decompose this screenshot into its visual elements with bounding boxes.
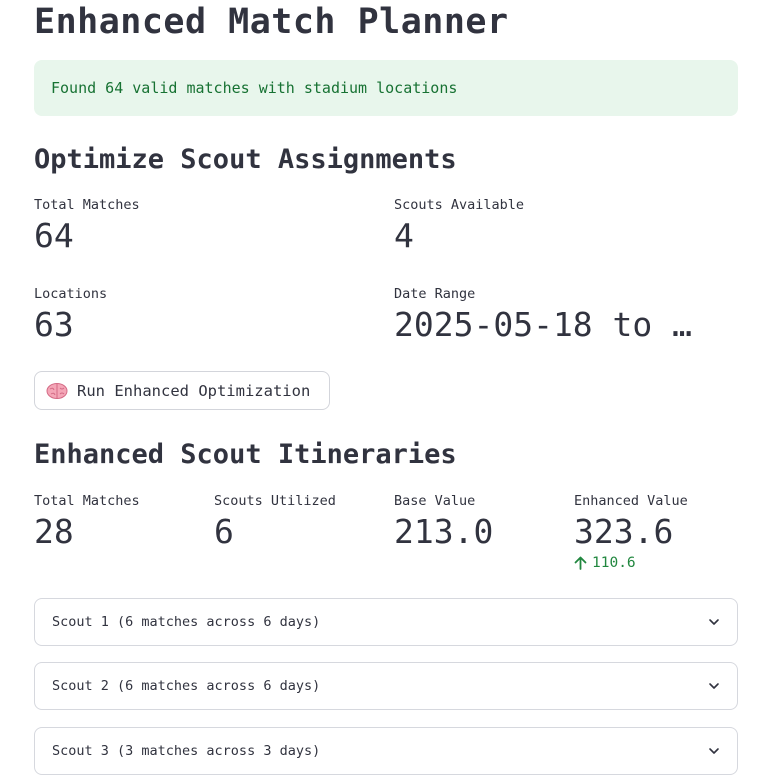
metric-scouts-available: Scouts Available 4: [394, 197, 524, 255]
metric-label: Scouts Utilized: [214, 493, 336, 509]
scout-expander-1[interactable]: Scout 1 (6 matches across 6 days): [34, 598, 738, 646]
chevron-down-icon: [709, 748, 719, 754]
alert-message: Found 64 valid matches with stadium loca…: [51, 79, 458, 97]
scout-expander-2[interactable]: Scout 2 (6 matches across 6 days): [34, 662, 738, 710]
run-optimization-label: Run Enhanced Optimization: [77, 381, 311, 400]
metric-itinerary-total-matches: Total Matches 28: [34, 493, 140, 551]
metric-label: Total Matches: [34, 197, 140, 213]
metric-label: Locations: [34, 286, 108, 302]
arrow-up-icon: [574, 556, 587, 570]
metric-scouts-utilized: Scouts Utilized 6: [214, 493, 336, 551]
metric-value: 63: [34, 305, 74, 344]
metric-value: 2025-05-18 to …: [394, 305, 693, 344]
metric-delta-value: 110.6: [592, 555, 636, 571]
chevron-down-icon: [709, 619, 719, 625]
metric-value: 323.6: [574, 512, 674, 551]
metric-label: Scouts Available: [394, 197, 525, 213]
metric-label: Date Range: [394, 286, 476, 302]
chevron-down-icon: [709, 683, 719, 689]
metric-locations: Locations 63: [34, 286, 107, 344]
page-title: Enhanced Match Planner: [34, 2, 509, 42]
metric-label: Total Matches: [34, 493, 140, 509]
scout-expander-label: Scout 3 (3 matches across 3 days): [52, 743, 321, 759]
metric-enhanced-value: Enhanced Value 323.6 110.6: [574, 493, 688, 571]
metric-value: 28: [34, 512, 74, 551]
metric-value: 64: [34, 216, 74, 255]
metric-total-matches: Total Matches 64: [34, 197, 140, 255]
scout-expander-label: Scout 2 (6 matches across 6 days): [52, 678, 321, 694]
metric-base-value: Base Value 213.0: [394, 493, 493, 551]
metric-value: 4: [394, 216, 414, 255]
metric-value: 6: [214, 512, 234, 551]
scout-expander-label: Scout 1 (6 matches across 6 days): [52, 614, 321, 630]
success-alert: Found 64 valid matches with stadium loca…: [34, 60, 738, 116]
itineraries-heading: Enhanced Scout Itineraries: [34, 439, 457, 470]
metric-label: Base Value: [394, 493, 476, 509]
scout-expander-3[interactable]: Scout 3 (3 matches across 3 days): [34, 727, 738, 775]
metric-value: 213.0: [394, 512, 494, 551]
metric-label: Enhanced Value: [574, 493, 688, 509]
brain-icon: [46, 382, 68, 399]
metric-delta: 110.6: [574, 555, 688, 571]
metric-date-range: Date Range 2025-05-18 to …: [394, 286, 738, 344]
run-optimization-button[interactable]: Run Enhanced Optimization: [34, 371, 330, 410]
optimize-heading: Optimize Scout Assignments: [34, 144, 457, 175]
